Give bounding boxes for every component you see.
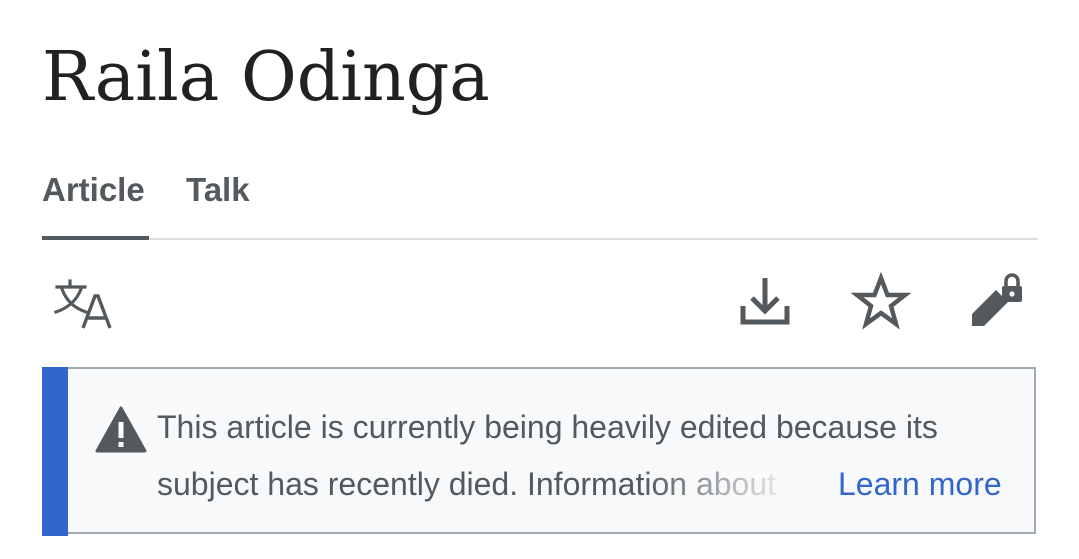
download-icon: [740, 278, 790, 325]
page-tabs: Article Talk: [42, 160, 1038, 240]
notice-accent-bar: [42, 367, 68, 536]
language-button[interactable]: [52, 278, 116, 330]
tab-article[interactable]: Article: [42, 168, 149, 240]
star-icon: [850, 272, 912, 330]
download-button[interactable]: [734, 272, 796, 334]
edit-lock-icon: [972, 273, 1022, 326]
page-title: Raila Odinga: [42, 38, 490, 117]
learn-more-link[interactable]: Learn more: [838, 456, 1002, 513]
notice-line-1: This article is currently being heavily …: [157, 409, 938, 445]
edit-locked-button[interactable]: [966, 270, 1028, 332]
tab-talk[interactable]: Talk: [186, 168, 250, 228]
language-icon: [53, 279, 112, 329]
watch-star-button[interactable]: [850, 272, 912, 334]
warning-icon: [95, 406, 147, 453]
recent-death-notice: This article is currently being heavily …: [42, 367, 1036, 536]
notice-line-2: subject has recently died. Information a…: [157, 466, 777, 502]
